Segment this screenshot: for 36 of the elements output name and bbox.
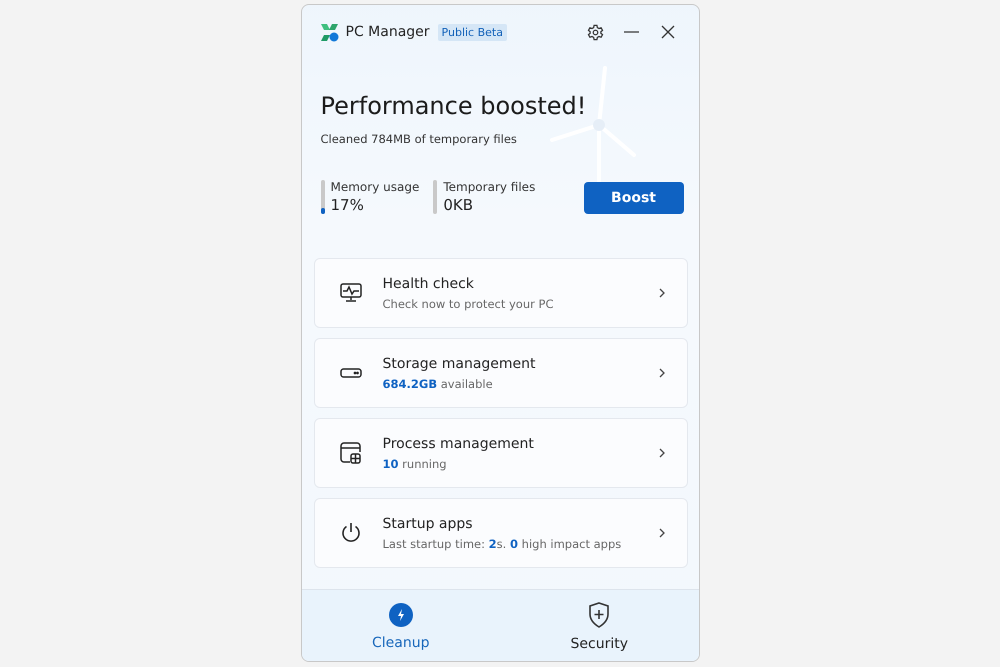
card-subtitle: Check now to protect your PC <box>382 296 554 310</box>
window-grid-icon <box>340 442 362 464</box>
chevron-right-icon <box>658 288 664 298</box>
card-title: Storage management <box>382 356 537 372</box>
app-title: PC Manager <box>346 24 430 40</box>
chevron-right-icon <box>658 448 664 458</box>
card-title: Startup apps <box>382 516 474 532</box>
beta-badge: Public Beta <box>438 24 507 40</box>
feature-card[interactable]: Startup apps Last startup time: 2s. 0 high impact apps <box>314 498 688 568</box>
card-title: Process management <box>382 436 535 452</box>
status-heading: Performance boosted! <box>320 92 588 120</box>
stat-value: 0KB <box>443 196 474 214</box>
monitor-pulse-icon <box>340 283 362 303</box>
nav-label: Cleanup <box>372 634 430 650</box>
lightning-circle-icon <box>388 602 413 626</box>
drive-icon <box>340 368 362 378</box>
feature-card[interactable]: Health check Check now to protect your PC <box>314 258 688 328</box>
feature-card[interactable]: Process management 10 running <box>314 418 688 488</box>
nav-tab[interactable]: Security <box>500 590 698 661</box>
card-subtitle: Last startup time: 2s. 0 high impact apps <box>382 536 622 550</box>
chevron-right-icon <box>658 368 664 378</box>
stat-value: 17% <box>330 196 365 214</box>
stat-label: Temporary files <box>443 180 536 194</box>
card-subtitle: 684.2GB available <box>382 376 494 390</box>
stat-label: Memory usage <box>330 180 420 194</box>
boost-button[interactable]: Boost <box>584 182 684 214</box>
nav-tab[interactable]: Cleanup <box>302 590 500 661</box>
nav-label: Security <box>570 636 628 652</box>
feature-card[interactable]: Storage management 684.2GB available <box>314 338 688 408</box>
status-message: Cleaned 784MB of temporary files <box>320 132 518 146</box>
app-logo-icon <box>320 22 338 42</box>
power-icon <box>340 522 360 544</box>
chevron-right-icon <box>658 528 664 538</box>
shield-plus-icon <box>588 602 610 628</box>
card-subtitle: 10 running <box>382 456 448 470</box>
card-title: Health check <box>382 276 475 292</box>
